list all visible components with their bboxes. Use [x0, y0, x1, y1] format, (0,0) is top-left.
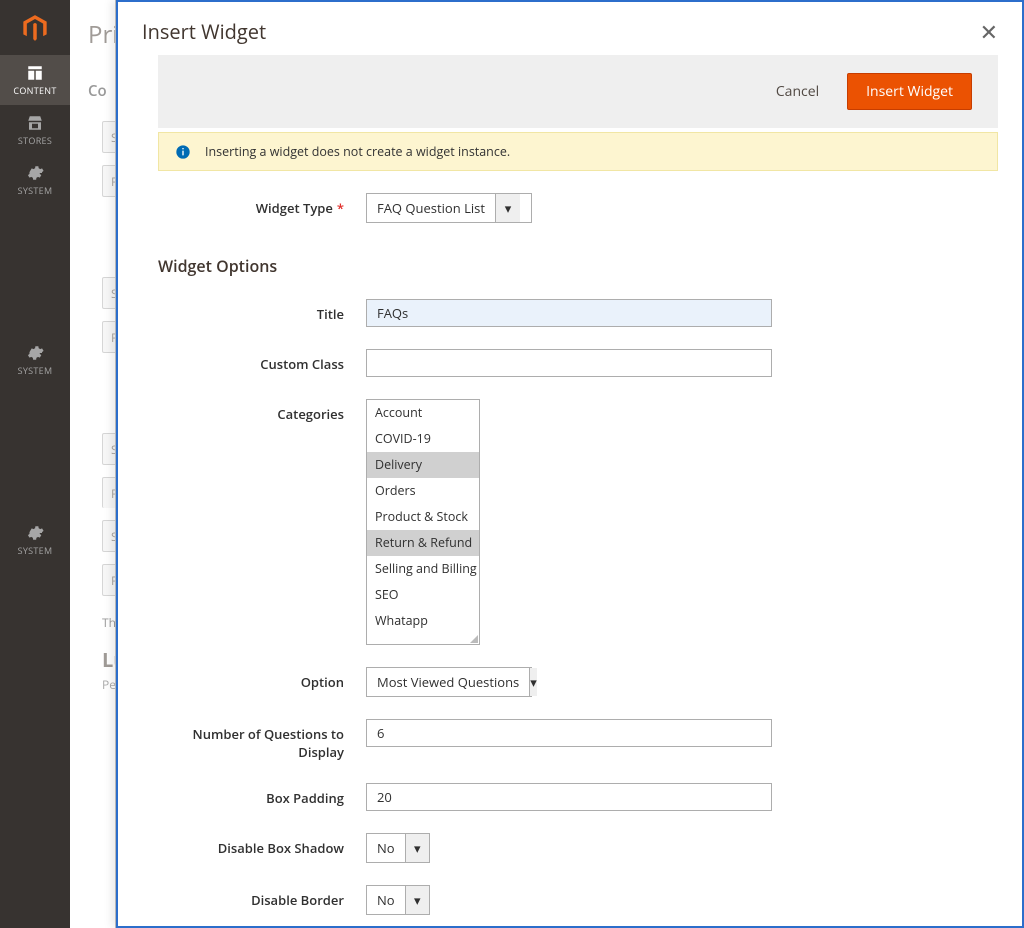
box-padding-input[interactable]: [366, 783, 772, 811]
category-option[interactable]: COVID-19: [367, 426, 479, 452]
num-questions-label: Number of Questions to Display: [158, 719, 366, 761]
disable-border-select[interactable]: No ▾: [366, 885, 430, 915]
widget-type-select[interactable]: FAQ Question List ▾: [366, 193, 532, 223]
category-option[interactable]: Whatapp: [367, 608, 479, 634]
widget-options-heading: Widget Options: [158, 255, 998, 277]
cancel-button[interactable]: Cancel: [770, 81, 825, 102]
nav-stores[interactable]: STORES: [0, 105, 70, 155]
resize-handle-icon[interactable]: [367, 634, 479, 644]
chevron-down-icon: ▾: [529, 668, 537, 696]
chevron-down-icon: ▾: [405, 834, 429, 862]
category-option[interactable]: Selling and Billing: [367, 556, 479, 582]
insert-widget-button[interactable]: Insert Widget: [847, 73, 972, 110]
disable-box-shadow-label: Disable Box Shadow: [158, 833, 366, 857]
categories-multiselect[interactable]: AccountCOVID-19DeliveryOrdersProduct & S…: [366, 399, 480, 645]
insert-widget-modal: Insert Widget ✕ Cancel Insert Widget Ins…: [115, 0, 1024, 928]
admin-sidebar: CONTENT STORES SYSTEM SYSTEM SYSTEM: [0, 0, 70, 928]
widget-type-label: Widget Type*: [158, 193, 366, 217]
title-label: Title: [158, 299, 366, 323]
num-questions-input[interactable]: [366, 719, 772, 747]
chevron-down-icon: ▾: [495, 194, 520, 222]
info-icon: [175, 144, 191, 160]
custom-class-label: Custom Class: [158, 349, 366, 373]
info-banner: Inserting a widget does not create a wid…: [158, 132, 998, 171]
category-option[interactable]: SEO: [367, 582, 479, 608]
title-input[interactable]: [366, 299, 772, 327]
nav-content[interactable]: CONTENT: [0, 55, 70, 105]
category-option[interactable]: Delivery: [367, 452, 479, 478]
custom-class-input[interactable]: [366, 349, 772, 377]
box-padding-label: Box Padding: [158, 783, 366, 807]
category-option[interactable]: Product & Stock: [367, 504, 479, 530]
category-option[interactable]: Return & Refund: [367, 530, 479, 556]
category-option[interactable]: Orders: [367, 478, 479, 504]
modal-title: Insert Widget: [142, 18, 266, 45]
nav-content-label: CONTENT: [13, 84, 56, 97]
close-icon[interactable]: ✕: [980, 21, 998, 43]
nav-system-1-label: SYSTEM: [18, 184, 53, 197]
magento-logo: [0, 0, 70, 55]
nav-system-1[interactable]: SYSTEM: [0, 155, 70, 205]
nav-system-3[interactable]: SYSTEM: [0, 515, 70, 565]
chevron-down-icon: ▾: [405, 886, 429, 914]
nav-system-3-label: SYSTEM: [18, 544, 53, 557]
action-bar: Cancel Insert Widget: [158, 55, 998, 128]
nav-stores-label: STORES: [18, 134, 52, 147]
category-option[interactable]: Account: [367, 400, 479, 426]
option-select[interactable]: Most Viewed Questions ▾: [366, 667, 532, 697]
option-label: Option: [158, 667, 366, 691]
nav-system-2-label: SYSTEM: [18, 364, 53, 377]
disable-border-label: Disable Border: [158, 885, 366, 909]
info-text: Inserting a widget does not create a wid…: [205, 143, 510, 160]
nav-system-2[interactable]: SYSTEM: [0, 335, 70, 385]
disable-box-shadow-select[interactable]: No ▾: [366, 833, 430, 863]
categories-label: Categories: [158, 399, 366, 423]
